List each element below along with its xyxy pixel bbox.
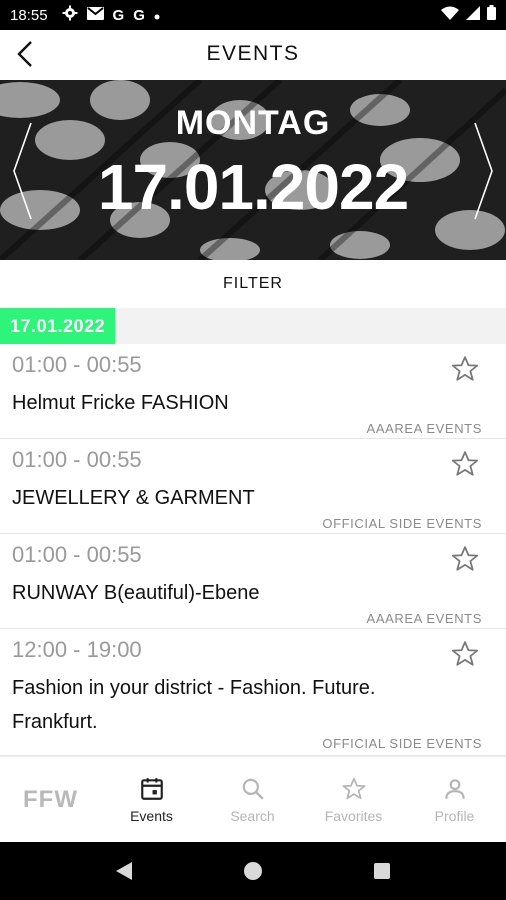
date-chip: 17.01.2022	[0, 308, 116, 344]
g-icon: G	[133, 6, 145, 24]
back-arrow-icon	[17, 41, 32, 67]
ffw-logo: FFW	[23, 785, 78, 813]
settings-icon	[62, 5, 78, 25]
banner-date: 17.01.2022	[97, 151, 409, 223]
dot-icon	[154, 7, 160, 24]
nav-label: Search	[230, 807, 275, 824]
event-category: AAAREA EVENTS	[366, 611, 482, 626]
list-item[interactable]: 01:00 - 00:55 RUNWAY B(eautiful)-Ebene A…	[0, 534, 506, 629]
nav-label: Profile	[434, 807, 475, 824]
system-home-button[interactable]	[233, 851, 273, 891]
star-icon	[451, 451, 479, 476]
event-list: 01:00 - 00:55 Helmut Fricke FASHION AAAR…	[0, 344, 506, 756]
search-icon	[242, 778, 264, 800]
calendar-icon	[140, 777, 163, 800]
event-title: JEWELLERY & GARMENT	[12, 487, 255, 509]
event-title: Fashion in your district - Fashion. Futu…	[12, 677, 376, 733]
favorite-button[interactable]	[450, 544, 480, 574]
event-time: 01:00 - 00:55	[12, 352, 142, 377]
event-time: 12:00 - 19:00	[12, 637, 142, 662]
system-status-icons	[441, 5, 496, 25]
system-navigation-bar	[0, 842, 506, 900]
app-header: EVENTS	[0, 30, 506, 78]
wifi-icon	[441, 6, 459, 25]
battery-icon	[487, 5, 496, 25]
star-icon	[451, 356, 479, 381]
nav-search[interactable]: Search	[202, 757, 303, 842]
notification-icons: G G	[62, 5, 160, 25]
star-icon	[342, 777, 365, 799]
event-title: Helmut Fricke FASHION	[12, 392, 229, 414]
event-time: 01:00 - 00:55	[12, 542, 142, 567]
system-recents-button[interactable]	[362, 851, 402, 891]
bottom-navigation: FFW Events Search Favorites Profile	[0, 756, 506, 842]
event-category: OFFICIAL SIDE EVENTS	[322, 736, 482, 751]
favorite-button[interactable]	[450, 449, 480, 479]
circle-home-icon	[243, 862, 262, 880]
event-title: RUNWAY B(eautiful)-Ebene	[12, 582, 260, 604]
date-section-header: 17.01.2022	[0, 308, 506, 344]
nav-events[interactable]: Events	[101, 757, 202, 842]
square-recents-icon	[373, 863, 390, 879]
triangle-back-icon	[116, 862, 133, 880]
star-icon	[451, 546, 479, 571]
event-category: OFFICIAL SIDE EVENTS	[322, 516, 482, 531]
filter-button[interactable]: FILTER	[0, 260, 506, 308]
g-icon: G	[112, 6, 125, 24]
page-title: EVENTS	[206, 42, 300, 65]
nav-favorites[interactable]: Favorites	[303, 757, 404, 842]
gmail-icon	[86, 6, 104, 24]
nav-profile[interactable]: Profile	[404, 757, 505, 842]
list-item[interactable]: 01:00 - 00:55 Helmut Fricke FASHION AAAR…	[0, 344, 506, 439]
list-item[interactable]: 01:00 - 00:55 JEWELLERY & GARMENT OFFICI…	[0, 439, 506, 534]
date-banner: MONTAG 17.01.2022	[0, 80, 506, 260]
profile-icon	[444, 778, 465, 799]
event-category: AAAREA EVENTS	[366, 421, 482, 436]
status-bar: 18:55 G G	[0, 0, 506, 30]
system-back-button[interactable]	[104, 851, 144, 891]
favorite-button[interactable]	[450, 354, 480, 384]
list-item[interactable]: 12:00 - 19:00 Fashion in your district -…	[0, 629, 506, 756]
star-icon	[451, 641, 479, 666]
status-time: 18:55	[10, 6, 48, 24]
banner-weekday: MONTAG	[175, 104, 331, 142]
event-time: 01:00 - 00:55	[12, 447, 142, 472]
back-button[interactable]	[10, 38, 40, 70]
nav-label: Favorites	[324, 807, 383, 824]
signal-icon	[466, 5, 480, 25]
favorite-button[interactable]	[450, 639, 480, 669]
nav-label: Events	[130, 807, 173, 824]
